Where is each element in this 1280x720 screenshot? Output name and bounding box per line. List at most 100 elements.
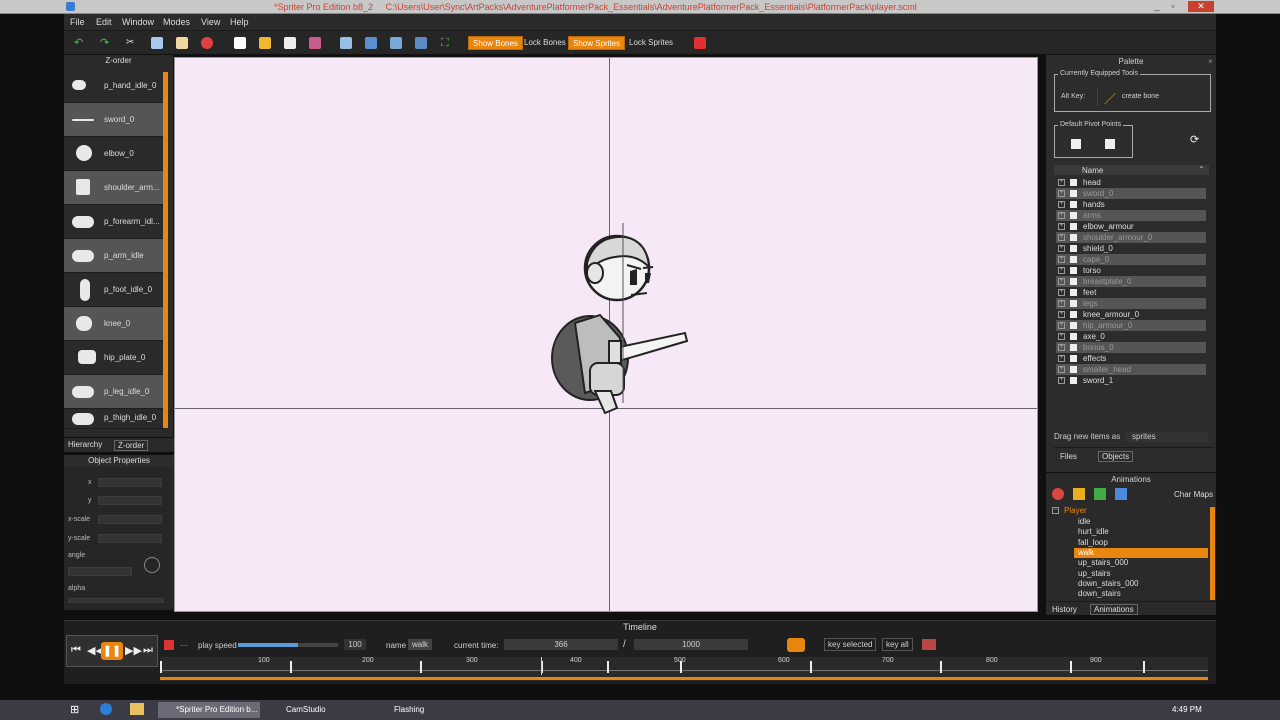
- zorder-item[interactable]: elbow_0: [64, 137, 164, 171]
- layout-icon[interactable]: [390, 37, 402, 49]
- animation-item[interactable]: idle: [1074, 517, 1208, 527]
- pivot-center-icon[interactable]: [1105, 139, 1115, 149]
- file-folder-row[interactable]: + legs: [1056, 298, 1206, 309]
- explorer-icon[interactable]: [130, 703, 144, 715]
- expand-icon[interactable]: +: [1058, 300, 1065, 307]
- refresh-icon[interactable]: ⟳: [1190, 133, 1199, 146]
- keyframe-marker[interactable]: [607, 661, 610, 673]
- file-folder-row[interactable]: + arms: [1056, 210, 1206, 221]
- animation-item[interactable]: up_stairs_000: [1074, 558, 1208, 568]
- expand-icon[interactable]: +: [1058, 366, 1065, 373]
- file-folder-row[interactable]: + breastplate_0: [1056, 276, 1206, 287]
- animation-length-field[interactable]: 1000: [634, 639, 748, 650]
- prop-yscale-input[interactable]: [98, 534, 162, 543]
- key-all-button[interactable]: key all: [882, 638, 913, 651]
- keyframe-marker[interactable]: [1070, 661, 1072, 673]
- taskbar-spriter[interactable]: *Spriter Pro Edition b...: [158, 702, 260, 718]
- expand-icon[interactable]: +: [1058, 377, 1065, 384]
- file-folder-row[interactable]: + elbow_armour: [1056, 221, 1206, 232]
- file-folder-row[interactable]: + head: [1056, 177, 1206, 188]
- expand-icon[interactable]: +: [1058, 212, 1065, 219]
- save-icon[interactable]: [284, 37, 296, 49]
- taskbar-camstudio[interactable]: CamStudio: [268, 702, 372, 718]
- record-icon[interactable]: [201, 37, 213, 49]
- timeline-ruler[interactable]: 100200300400500600700800900: [160, 657, 1208, 681]
- zorder-item[interactable]: p_forearm_idl...: [64, 205, 164, 239]
- file-folder-row[interactable]: + shield_0: [1056, 243, 1206, 254]
- zorder-item[interactable]: hip_plate_0: [64, 341, 164, 375]
- expand-icon[interactable]: +: [1058, 267, 1065, 274]
- lock-bones-button[interactable]: Lock Bones: [520, 36, 570, 50]
- expand-icon[interactable]: +: [1058, 311, 1065, 318]
- maximize-icon[interactable]: ▫: [1166, 1, 1180, 12]
- clock[interactable]: 4:49 PM: [1172, 705, 1202, 714]
- keyframe-marker[interactable]: [940, 661, 942, 673]
- play-speed-value[interactable]: 100: [344, 639, 366, 650]
- image-icon[interactable]: [415, 37, 427, 49]
- last-frame-icon[interactable]: ⏭: [143, 644, 153, 657]
- key-selected-button[interactable]: key selected: [824, 638, 877, 651]
- play-speed-slider[interactable]: [238, 643, 338, 647]
- prop-y-input[interactable]: [98, 496, 162, 505]
- tab-hierarchy[interactable]: Hierarchy: [68, 440, 102, 449]
- fit-icon[interactable]: ⛶: [441, 37, 453, 49]
- show-bones-button[interactable]: Show Bones: [468, 36, 523, 50]
- file-folder-row[interactable]: + hip_armour_0: [1056, 320, 1206, 331]
- file-folder-row[interactable]: + torso: [1056, 265, 1206, 276]
- drag-type-select[interactable]: sprites: [1126, 432, 1208, 442]
- screen-icon[interactable]: [365, 37, 377, 49]
- lock-sprites-button[interactable]: Lock Sprites: [625, 36, 677, 50]
- tab-zorder[interactable]: Z-order: [114, 440, 149, 451]
- file-folder-row[interactable]: + bonus_0: [1056, 342, 1206, 353]
- cut-icon[interactable]: ✂: [126, 37, 138, 49]
- expand-icon[interactable]: +: [1058, 245, 1065, 252]
- file-folder-row[interactable]: + shoulder_armour_0: [1056, 232, 1206, 243]
- sort-icon[interactable]: ⌃: [1198, 165, 1205, 174]
- prop-angle-input[interactable]: [68, 567, 132, 576]
- loop-toggle-icon[interactable]: [787, 638, 805, 652]
- collapse-icon[interactable]: −: [1052, 507, 1059, 514]
- tab-objects[interactable]: Objects: [1098, 451, 1134, 462]
- angle-dial-icon[interactable]: [144, 557, 160, 573]
- zorder-item[interactable]: sword_0: [64, 103, 164, 137]
- zorder-item[interactable]: p_thigh_idle_0: [64, 409, 164, 429]
- create-bone-tool[interactable]: ／ create bone: [1097, 88, 1187, 106]
- animation-item[interactable]: down_stairs: [1074, 589, 1208, 599]
- file-folder-row[interactable]: + smaller_head: [1056, 364, 1206, 375]
- ie-icon[interactable]: [100, 703, 112, 715]
- file-folder-row[interactable]: + sword_0: [1056, 188, 1206, 199]
- pause-icon[interactable]: ❚❚: [101, 642, 123, 660]
- menu-window[interactable]: Window: [122, 17, 154, 27]
- zorder-item[interactable]: shoulder_arm...: [64, 171, 164, 205]
- key-options-icon[interactable]: [922, 639, 936, 650]
- file-folder-row[interactable]: + sword_1: [1056, 375, 1206, 386]
- timeline-range-bar[interactable]: [160, 677, 1208, 680]
- keyframe-marker[interactable]: [810, 661, 812, 673]
- show-sprites-button[interactable]: Show Sprites: [568, 36, 626, 50]
- open-folder-icon[interactable]: [259, 37, 271, 49]
- file-folder-row[interactable]: + hands: [1056, 199, 1206, 210]
- expand-icon[interactable]: +: [1058, 179, 1065, 186]
- zorder-item[interactable]: p_foot_idle_0: [64, 273, 164, 307]
- windows-start-icon[interactable]: ⊞: [70, 703, 79, 716]
- zorder-item[interactable]: knee_0: [64, 307, 164, 341]
- view-icon[interactable]: [340, 37, 352, 49]
- options-icon[interactable]: …: [180, 639, 188, 648]
- file-folder-row[interactable]: + feet: [1056, 287, 1206, 298]
- menu-view[interactable]: View: [201, 17, 220, 27]
- entity-player[interactable]: Player: [1064, 506, 1087, 515]
- zorder-item[interactable]: p_hand_idle_0: [64, 69, 164, 103]
- save-as-icon[interactable]: [309, 37, 321, 49]
- tool-icon[interactable]: [694, 37, 706, 49]
- new-file-icon[interactable]: [234, 37, 246, 49]
- tab-history[interactable]: History: [1052, 605, 1077, 614]
- zorder-item[interactable]: p_leg_idle_0: [64, 375, 164, 409]
- expand-icon[interactable]: +: [1058, 234, 1065, 241]
- expand-icon[interactable]: +: [1058, 333, 1065, 340]
- scene-canvas[interactable]: [174, 57, 1038, 612]
- animation-item[interactable]: walk: [1074, 547, 1208, 558]
- animation-name-field[interactable]: walk: [408, 639, 432, 650]
- menu-help[interactable]: Help: [230, 17, 249, 27]
- expand-icon[interactable]: +: [1058, 289, 1065, 296]
- menu-edit[interactable]: Edit: [96, 17, 112, 27]
